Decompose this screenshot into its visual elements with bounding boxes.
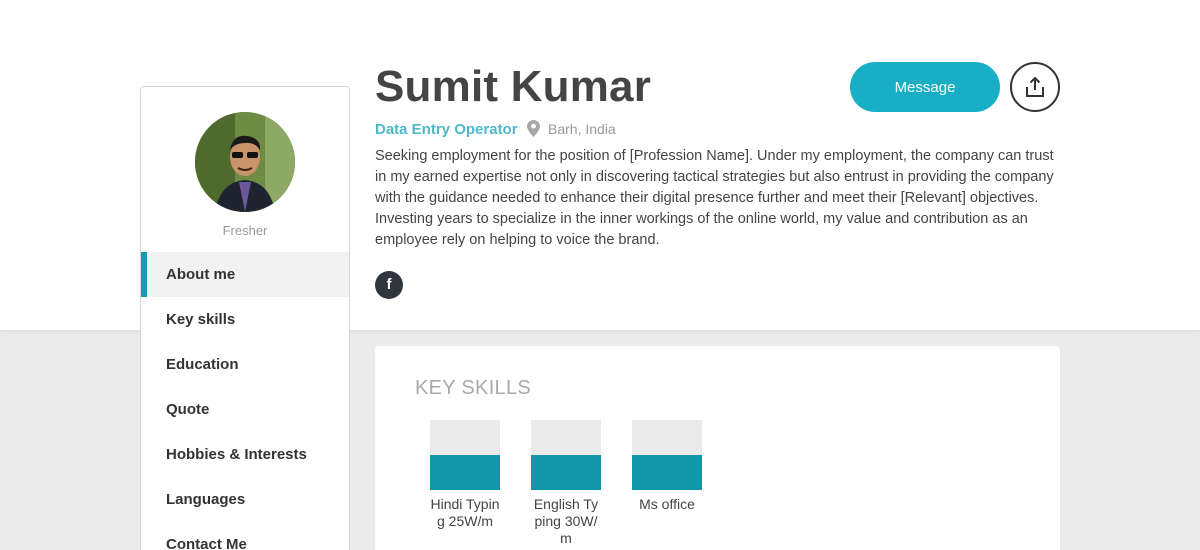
sidebar-item-hobbies[interactable]: Hobbies & Interests <box>141 432 349 477</box>
skill-bar-fill <box>430 455 500 490</box>
skill-bar-fill <box>531 455 601 490</box>
sidebar-nav: About me Key skills Education Quote Hobb… <box>141 252 349 550</box>
sidebar-item-key-skills[interactable]: Key skills <box>141 297 349 342</box>
location-pin-icon <box>527 120 540 137</box>
sidebar-item-about-me[interactable]: About me <box>141 252 349 297</box>
skill-item: English Typing 30W/m <box>521 420 611 547</box>
sidebar-item-contact-me[interactable]: Contact Me <box>141 522 349 550</box>
sidebar: Fresher About me Key skills Education Qu… <box>140 86 350 550</box>
share-icon <box>1026 77 1044 97</box>
key-skills-card: KEY SKILLS Hindi Typing 25W/m English Ty… <box>375 346 1060 550</box>
skill-bar <box>531 420 601 490</box>
sidebar-item-education[interactable]: Education <box>141 342 349 387</box>
skill-bar <box>430 420 500 490</box>
skill-item: Hindi Typing 25W/m <box>420 420 510 530</box>
profile-bio: Seeking employment for the position of [… <box>375 148 1054 248</box>
key-skills-heading: KEY SKILLS <box>415 377 532 399</box>
status-label: Fresher <box>222 223 268 238</box>
profile-name: Sumit Kumar <box>375 62 652 111</box>
profile-title: Data Entry Operator <box>375 121 518 138</box>
avatar-photo <box>195 112 295 212</box>
sidebar-item-quote[interactable]: Quote <box>141 387 349 432</box>
share-button[interactable] <box>1010 62 1060 112</box>
skill-bar <box>632 420 702 490</box>
message-button[interactable]: Message <box>850 62 1000 112</box>
skill-item: Ms office <box>622 420 712 513</box>
profile-location: Barh, India <box>548 121 616 137</box>
facebook-icon[interactable]: f <box>375 271 403 299</box>
skill-label: Ms office <box>639 496 695 512</box>
skill-label: English Typing 30W/m <box>533 496 599 546</box>
avatar <box>195 112 295 212</box>
sidebar-item-languages[interactable]: Languages <box>141 477 349 522</box>
skill-label: Hindi Typing 25W/m <box>430 496 500 529</box>
skill-bar-fill <box>632 455 702 490</box>
